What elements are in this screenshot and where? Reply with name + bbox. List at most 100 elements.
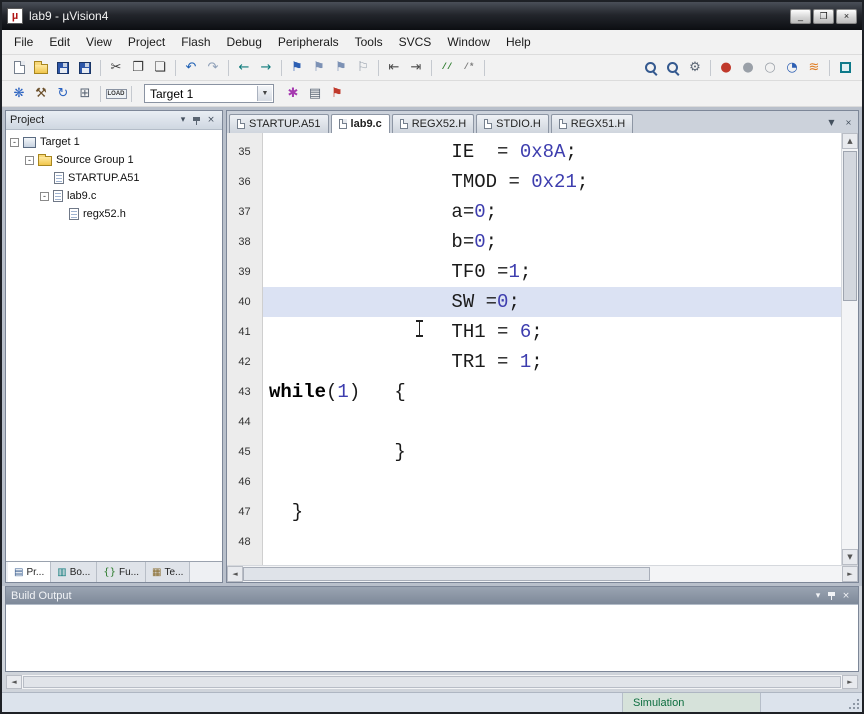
uncomment-icon[interactable]: /* [458,58,480,78]
editor-horizontal-scrollbar[interactable]: ◄ ► [227,565,858,582]
cut-icon[interactable]: ✂ [105,58,127,78]
code-line-36[interactable]: TMOD = 0x21; [263,167,841,197]
navigate-back-icon[interactable]: ← [233,58,255,78]
menu-item-flash[interactable]: Flash [173,31,218,53]
dock-arrow-icon[interactable]: ▾ [811,589,825,602]
output-scroll-right-button[interactable]: ► [842,675,858,689]
open-file-icon[interactable] [30,58,52,78]
editor-tab-lab9-c[interactable]: lab9.c [330,114,390,133]
code-line-38[interactable]: b=0; [263,227,841,257]
comment-icon[interactable]: // [436,58,458,78]
menu-item-view[interactable]: View [78,31,120,53]
scroll-left-button[interactable]: ◄ [227,566,243,582]
hscroll-track[interactable] [243,566,842,582]
tree-item-startup-a51[interactable]: STARTUP.A51 [6,169,222,187]
menu-item-tools[interactable]: Tools [347,31,391,53]
tree-expander-icon[interactable]: - [40,191,49,201]
save-icon[interactable] [52,58,74,78]
output-scroll-left-button[interactable]: ◄ [6,675,22,689]
code-line-48[interactable] [263,527,841,557]
resize-grip[interactable] [846,693,862,712]
code-line-35[interactable]: IE = 0x8A; [263,137,841,167]
undo-icon[interactable]: ↶ [180,58,202,78]
panel-tab-te[interactable]: ▦ Te... [146,562,191,582]
code-line-39[interactable]: TF0 =1; [263,257,841,287]
menu-item-file[interactable]: File [6,31,41,53]
batch-build-icon[interactable]: ⊞ [74,84,96,104]
output-scroll-thumb[interactable] [23,676,841,688]
options-for-target-icon[interactable]: ✱ [282,84,304,104]
menu-item-svcs[interactable]: SVCS [391,31,440,53]
kill-breakpoints-icon[interactable]: ● [737,58,759,78]
code-line-46[interactable] [263,467,841,497]
restore-button[interactable]: ❐ [813,8,834,24]
tree-item-target-1[interactable]: - Target 1 [6,133,222,151]
build-target-icon[interactable]: ⚒ [30,84,52,104]
close-panel-icon[interactable]: × [204,114,218,127]
scroll-right-button[interactable]: ► [842,566,858,582]
scroll-down-button[interactable]: ▼ [842,549,858,565]
tree-expander-icon[interactable]: - [25,155,34,165]
code-line-44[interactable] [263,407,841,437]
enable-breakpoints-icon[interactable]: ◔ [781,58,803,78]
new-file-icon[interactable] [8,58,30,78]
close-document-icon[interactable]: × [841,115,856,129]
code-line-41[interactable]: TH1 = 6; [263,317,841,347]
code-line-45[interactable]: } [263,437,841,467]
toggle-bookmark-icon[interactable]: ⚑ [286,58,308,78]
close-panel-icon[interactable]: × [839,589,853,602]
next-bookmark-icon[interactable]: ⚑ [330,58,352,78]
tree-item-lab9-c[interactable]: - lab9.c [6,187,222,205]
panel-tab-bo[interactable]: ▥ Bo... [51,562,98,582]
disable-breakpoints-icon[interactable]: ○ [759,58,781,78]
menu-item-edit[interactable]: Edit [41,31,78,53]
goto-icon[interactable]: ⚙ [684,58,706,78]
bookmarks-spring-icon[interactable]: ≋ [803,58,825,78]
copy-icon[interactable]: ❐ [127,58,149,78]
editor-tab-regx52-h[interactable]: REGX52.H [391,114,475,133]
code-line-40[interactable]: SW =0; [263,287,841,317]
rebuild-all-icon[interactable]: ↻ [52,84,74,104]
find-icon[interactable] [662,58,684,78]
combo-arrow-icon[interactable]: ▼ [257,86,272,101]
save-all-icon[interactable] [74,58,96,78]
unindent-icon[interactable]: ⇤ [383,58,405,78]
editor-tab-stdio-h[interactable]: STDIO.H [476,114,549,133]
code-line-37[interactable]: a=0; [263,197,841,227]
minimize-button[interactable]: _ [790,8,811,24]
pin-icon[interactable] [825,589,839,602]
editor-vertical-scrollbar[interactable]: ▲ ▼ [841,133,858,565]
editor-tab-startup-a51[interactable]: STARTUP.A51 [229,114,329,133]
vscroll-track[interactable] [842,149,858,549]
code-line-42[interactable]: TR1 = 1; [263,347,841,377]
target-select[interactable]: Target 1 ▼ [144,84,274,103]
panel-tab-fu[interactable]: {} Fu... [97,562,147,582]
editor-tab-regx51-h[interactable]: REGX51.H [550,114,634,133]
hscroll-thumb[interactable] [243,567,651,581]
code-line-47[interactable]: } [263,497,841,527]
target-options-icon[interactable]: ⚑ [326,84,348,104]
indent-icon[interactable]: ⇥ [405,58,427,78]
build-output-content[interactable] [6,605,858,671]
paste-icon[interactable]: ❏ [149,58,171,78]
menu-item-debug[interactable]: Debug [219,31,270,53]
vscroll-thumb[interactable] [843,151,857,301]
navigate-forward-icon[interactable]: → [255,58,277,78]
previous-bookmark-icon[interactable]: ⚑ [308,58,330,78]
output-horizontal-scrollbar[interactable]: ◄ ► [5,674,859,690]
tree-expander-icon[interactable]: - [10,137,19,147]
pin-icon[interactable] [190,114,204,127]
scroll-up-button[interactable]: ▲ [842,133,858,149]
configure-window-icon[interactable] [834,58,856,78]
code-line-43[interactable]: while(1) { [263,377,841,407]
tree-item-source-group-1[interactable]: - Source Group 1 [6,151,222,169]
insert-breakpoint-icon[interactable]: ● [715,58,737,78]
redo-icon[interactable]: ↷ [202,58,224,78]
download-icon[interactable]: LOAD [105,84,127,104]
tree-item-regx52-h[interactable]: regx52.h [6,205,222,223]
menu-item-project[interactable]: Project [120,31,173,53]
menu-item-peripherals[interactable]: Peripherals [270,31,347,53]
translate-file-icon[interactable]: ❋ [8,84,30,104]
file-extensions-icon[interactable]: ▤ [304,84,326,104]
dock-arrow-icon[interactable]: ▾ [176,114,190,127]
